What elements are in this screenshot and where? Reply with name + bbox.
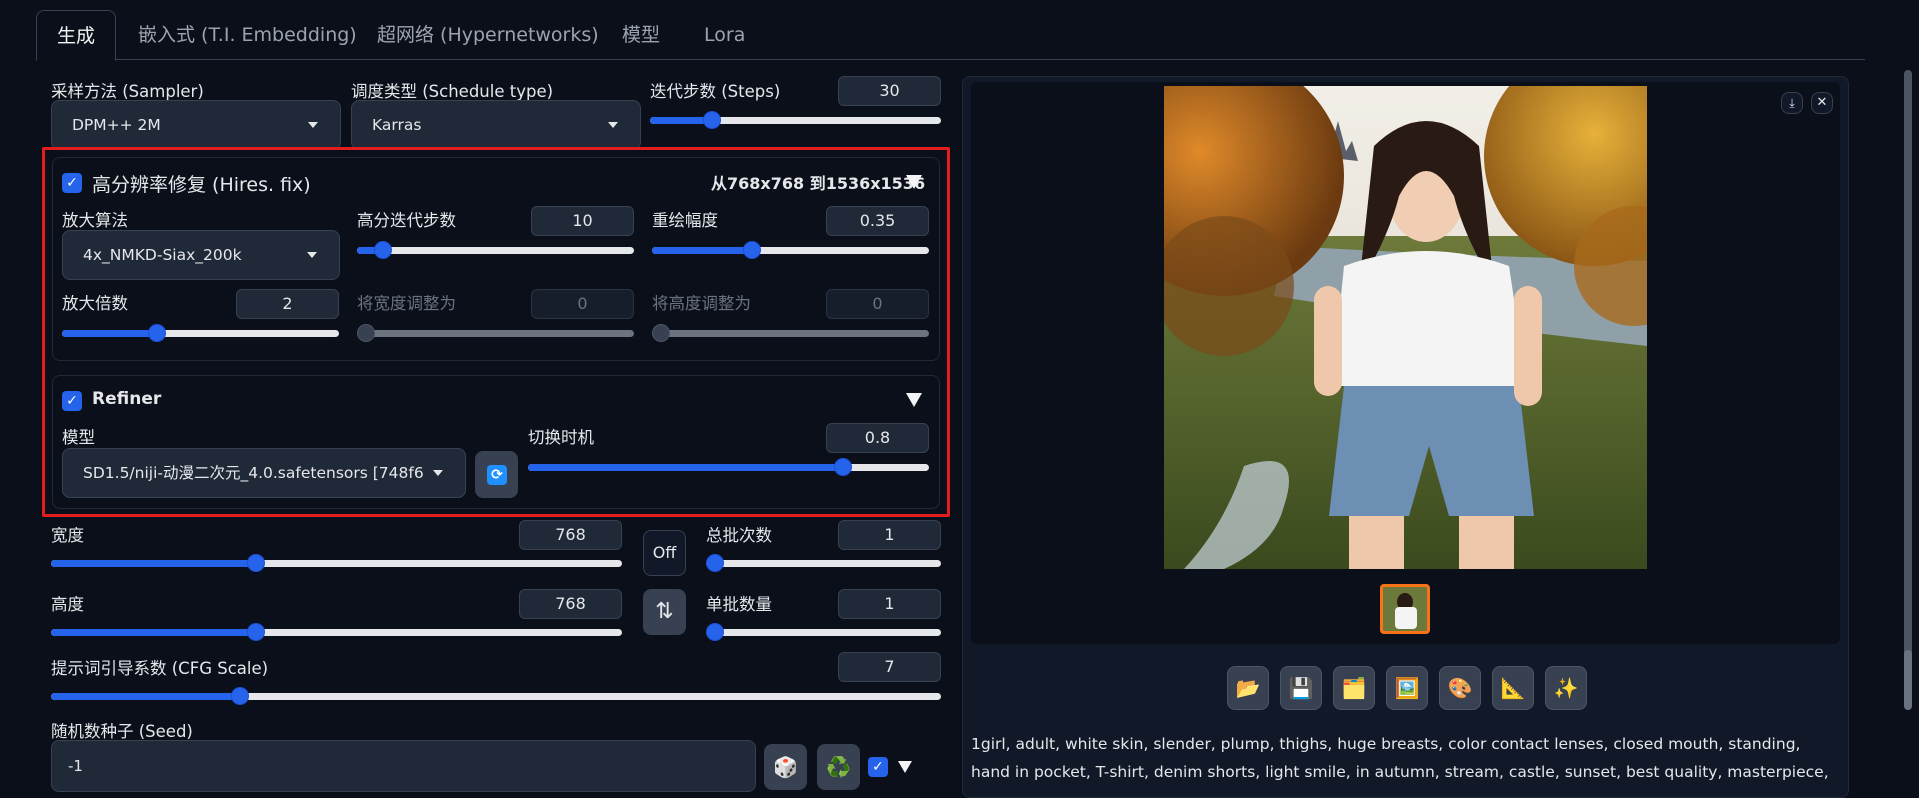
generated-image[interactable]	[1164, 86, 1647, 569]
send-to-inpaint-button[interactable]: 🎨	[1439, 666, 1481, 710]
batch-size-label: 单批数量	[706, 595, 772, 614]
slider-fill	[51, 560, 257, 567]
width-label: 宽度	[51, 526, 84, 545]
steps-input[interactable]: 30	[838, 76, 941, 106]
slider-thumb[interactable]	[706, 554, 724, 572]
download-button[interactable]: ⤓	[1781, 92, 1803, 114]
swap-dimensions-button[interactable]: ⇅	[643, 589, 686, 635]
download-icon: ⤓	[1789, 96, 1795, 110]
sampler-dropdown[interactable]: DPM++ 2M	[51, 100, 341, 150]
extra-seed-checkbox[interactable]: ✓	[868, 757, 888, 777]
batch-count-slider[interactable]	[706, 554, 941, 572]
gallery-thumbnail[interactable]	[1380, 584, 1430, 634]
slider-thumb[interactable]	[247, 554, 266, 572]
folder-icon: 📂	[1235, 676, 1261, 700]
archive-icon: 🗂️	[1341, 676, 1367, 700]
width-input[interactable]: 768	[519, 520, 622, 550]
tab-lora[interactable]: Lora	[704, 10, 745, 61]
steps-slider[interactable]	[650, 111, 941, 129]
schedule-label: 调度类型 (Schedule type)	[351, 82, 554, 101]
scrollbar-track	[1904, 70, 1912, 710]
upscale-button[interactable]: ✨	[1545, 666, 1587, 710]
slider-thumb[interactable]	[247, 623, 266, 641]
image-icon: 🖼️	[1394, 676, 1420, 700]
batch-size-input[interactable]: 1	[838, 589, 941, 619]
steps-label: 迭代步数 (Steps)	[650, 82, 781, 101]
send-to-extras-button[interactable]: 📐	[1492, 666, 1534, 710]
batch-count-label: 总批次数	[706, 526, 772, 545]
seed-label: 随机数种子 (Seed)	[51, 722, 193, 741]
height-label: 高度	[51, 595, 84, 614]
slider-thumb[interactable]	[231, 687, 250, 705]
tab-models[interactable]: 模型	[622, 10, 660, 61]
highlight-box	[42, 147, 950, 517]
random-seed-button[interactable]: 🎲	[764, 744, 807, 790]
batch-count-input[interactable]: 1	[838, 520, 941, 550]
sampler-label: 采样方法 (Sampler)	[51, 82, 204, 101]
height-slider[interactable]	[51, 623, 622, 641]
sparkles-icon: ✨	[1553, 676, 1579, 700]
triangle-ruler-icon: 📐	[1500, 676, 1526, 700]
batch-size-slider[interactable]	[706, 623, 941, 641]
height-input[interactable]: 768	[519, 589, 622, 619]
sampler-value: DPM++ 2M	[72, 116, 161, 134]
tab-hypernetworks[interactable]: 超网络 (Hypernetworks)	[377, 10, 599, 61]
cfg-input[interactable]: 7	[838, 652, 941, 682]
floppy-disk-icon: 💾	[1288, 676, 1314, 700]
aspect-lock-off-button[interactable]: Off	[643, 530, 686, 576]
generated-image-art	[1164, 86, 1647, 569]
palette-icon: 🎨	[1447, 676, 1473, 700]
slider-thumb[interactable]	[703, 111, 722, 129]
chevron-down-icon	[608, 122, 618, 128]
recycle-icon: ♻️	[826, 755, 851, 779]
tab-embedding[interactable]: 嵌入式 (T.I. Embedding)	[138, 10, 357, 61]
dice-icon: 🎲	[773, 755, 798, 779]
close-icon: ✕	[1816, 95, 1828, 110]
page-scrollbar[interactable]	[1897, 0, 1919, 798]
close-image-button[interactable]: ✕	[1811, 92, 1833, 114]
schedule-dropdown[interactable]: Karras	[351, 100, 641, 150]
tab-generate[interactable]: 生成	[36, 10, 117, 61]
extra-seed-toggle-icon[interactable]	[898, 761, 912, 773]
open-folder-button[interactable]: 📂	[1227, 666, 1269, 710]
scrollbar-thumb[interactable]	[1904, 650, 1912, 710]
slider-fill	[51, 693, 241, 700]
reuse-seed-button[interactable]: ♻️	[817, 744, 860, 790]
generation-info-text: 1girl, adult, white skin, slender, plump…	[971, 735, 1829, 781]
seed-input[interactable]: -1	[51, 740, 756, 792]
tab-bar: 生成 嵌入式 (T.I. Embedding) 超网络 (Hypernetwor…	[36, 10, 1865, 61]
cfg-label: 提示词引导系数 (CFG Scale)	[51, 659, 269, 678]
slider-fill	[51, 629, 257, 636]
zip-button[interactable]: 🗂️	[1333, 666, 1375, 710]
send-to-img2img-button[interactable]: 🖼️	[1386, 666, 1428, 710]
swap-arrows-icon: ⇅	[655, 599, 674, 624]
width-slider[interactable]	[51, 554, 622, 572]
save-button[interactable]: 💾	[1280, 666, 1322, 710]
cfg-slider[interactable]	[51, 687, 941, 705]
chevron-down-icon	[308, 122, 318, 128]
slider-thumb[interactable]	[706, 623, 724, 641]
schedule-value: Karras	[372, 116, 422, 134]
